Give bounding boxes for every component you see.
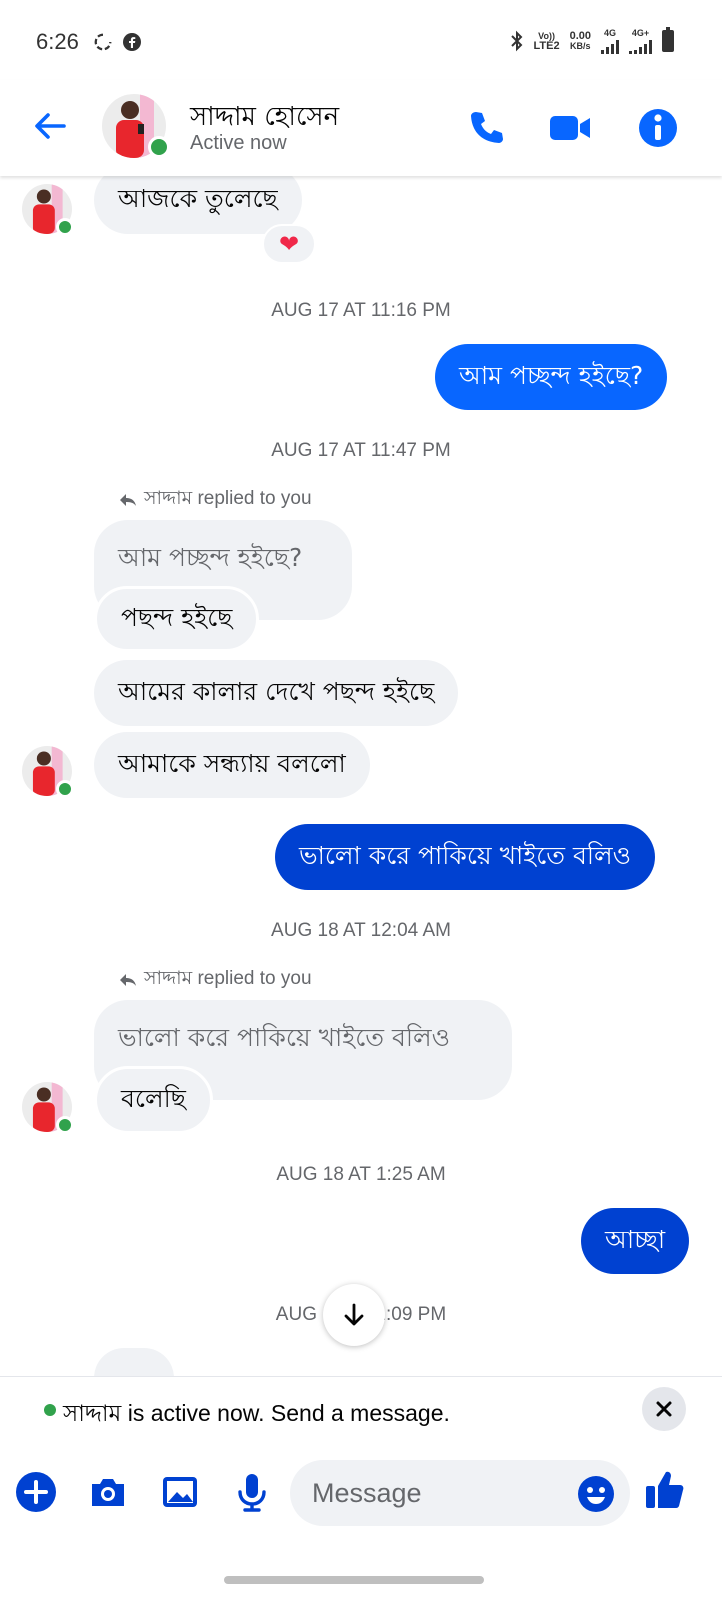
plus-icon[interactable] — [14, 1470, 58, 1514]
message-outgoing[interactable]: ভালো করে পাকিয়ে খাইতে বলিও — [275, 824, 656, 890]
reply-note: সাদ্দাম replied to you — [118, 964, 312, 996]
reply-note-text: সাদ্দাম replied to you — [144, 968, 312, 989]
quoted-text: আম পচ্ছন্দ হইছে? — [118, 543, 303, 572]
reply-icon — [120, 494, 136, 506]
sync-icon — [94, 33, 112, 51]
sim2-type: 4G+ — [631, 28, 650, 38]
message-outgoing[interactable]: আচ্ছা — [581, 1208, 690, 1274]
sim1-signal: 4G — [601, 28, 619, 54]
timestamp: AUG 17 AT 11:16 PM — [271, 300, 451, 321]
message-incoming[interactable]: আজকে তুলেছে — [94, 176, 302, 234]
signal-icon — [629, 38, 652, 54]
phone-icon[interactable] — [462, 104, 510, 152]
reply-icon — [120, 974, 136, 986]
online-indicator — [56, 218, 74, 236]
message-text: আমাকে সন্ধ্যায় বললো — [118, 748, 346, 778]
lte2-label: LTE2 — [533, 40, 560, 52]
status-time: 6:26 — [36, 29, 79, 54]
message-incoming[interactable]: পছন্দ হইছে — [94, 586, 260, 652]
reaction-badge[interactable]: ❤ — [262, 224, 316, 264]
emoji-icon[interactable] — [576, 1474, 616, 1514]
bluetooth-icon — [510, 30, 522, 52]
close-banner-button[interactable] — [642, 1387, 686, 1431]
net-speed: 0.00 KB/s — [569, 30, 591, 52]
gallery-icon[interactable] — [158, 1470, 202, 1514]
chat-header: সাদ্দাম হোসেন Active now — [0, 80, 722, 176]
video-camera-icon[interactable] — [546, 104, 594, 152]
signal-icon — [601, 38, 619, 54]
speed-value: 0.00 — [569, 30, 591, 42]
camera-icon[interactable] — [86, 1470, 130, 1514]
banner-text: সাদ্দাম is active now. Send a message. — [63, 1400, 450, 1426]
message-text: আচ্ছা — [605, 1224, 666, 1254]
facebook-icon — [123, 33, 141, 51]
online-indicator — [44, 1404, 56, 1416]
volte-indicator: Vo)) LTE2 — [533, 31, 560, 52]
active-now-banner: সাদ্দাম is active now. Send a message. — [0, 1376, 722, 1440]
online-indicator — [148, 136, 170, 158]
reply-note-text: সাদ্দাম replied to you — [144, 488, 312, 509]
info-icon[interactable] — [634, 104, 682, 152]
message-incoming[interactable]: আমাকে সন্ধ্যায় বললো — [94, 732, 370, 798]
back-arrow-icon[interactable] — [30, 106, 70, 146]
message-incoming-partial[interactable] — [94, 1348, 174, 1376]
sim2-signal: 4G+ — [629, 28, 652, 54]
presence-status: Active now — [190, 132, 287, 154]
online-indicator — [56, 780, 74, 798]
thumbs-up-icon[interactable] — [644, 1466, 686, 1512]
timestamp: AUG 18 AT 1:25 AM — [276, 1164, 446, 1185]
message-text: আম পচ্ছন্দ হইছে? — [459, 360, 644, 390]
message-text: বলেছি — [121, 1083, 186, 1113]
home-indicator[interactable] — [224, 1576, 484, 1584]
message-text: আজকে তুলেছে — [118, 183, 278, 213]
close-icon — [656, 1401, 672, 1417]
arrow-down-icon — [344, 1303, 364, 1326]
microphone-icon[interactable] — [230, 1470, 274, 1514]
timestamp: AUG 18 AT 12:04 AM — [271, 920, 451, 941]
message-incoming[interactable]: আমের কালার দেখে পছন্দ হইছে — [94, 660, 459, 726]
online-indicator — [56, 1116, 74, 1134]
battery-icon — [662, 27, 674, 52]
scroll-to-bottom-button[interactable] — [323, 1284, 385, 1346]
message-incoming[interactable]: বলেছি — [94, 1066, 213, 1134]
message-text: আমের কালার দেখে পছন্দ হইছে — [118, 676, 435, 706]
message-composer — [0, 1440, 722, 1550]
sim1-type: 4G — [603, 28, 616, 38]
status-right-group: Vo)) LTE2 0.00 KB/s 4G 4G+ — [510, 27, 674, 54]
speed-unit: KB/s — [570, 41, 591, 51]
conversation-thread[interactable]: আজকে তুলেছে ❤ AUG 17 AT 11:16 PM আম পচ্ছ… — [0, 176, 722, 1376]
reply-note: সাদ্দাম replied to you — [118, 484, 312, 516]
message-text: ভালো করে পাকিয়ে খাইতে বলিও — [299, 840, 632, 870]
message-text: পছন্দ হইছে — [121, 602, 233, 632]
timestamp: AUG 17 AT 11:47 PM — [271, 440, 451, 461]
quoted-text: ভালো করে পাকিয়ে খাইতে বলিও — [118, 1023, 451, 1052]
status-bar: 6:26 Vo)) LTE2 0.00 KB/s 4G 4G+ — [0, 0, 722, 80]
heart-reaction-icon: ❤ — [278, 230, 300, 258]
message-outgoing[interactable]: আম পচ্ছন্দ হইছে? — [435, 344, 668, 410]
